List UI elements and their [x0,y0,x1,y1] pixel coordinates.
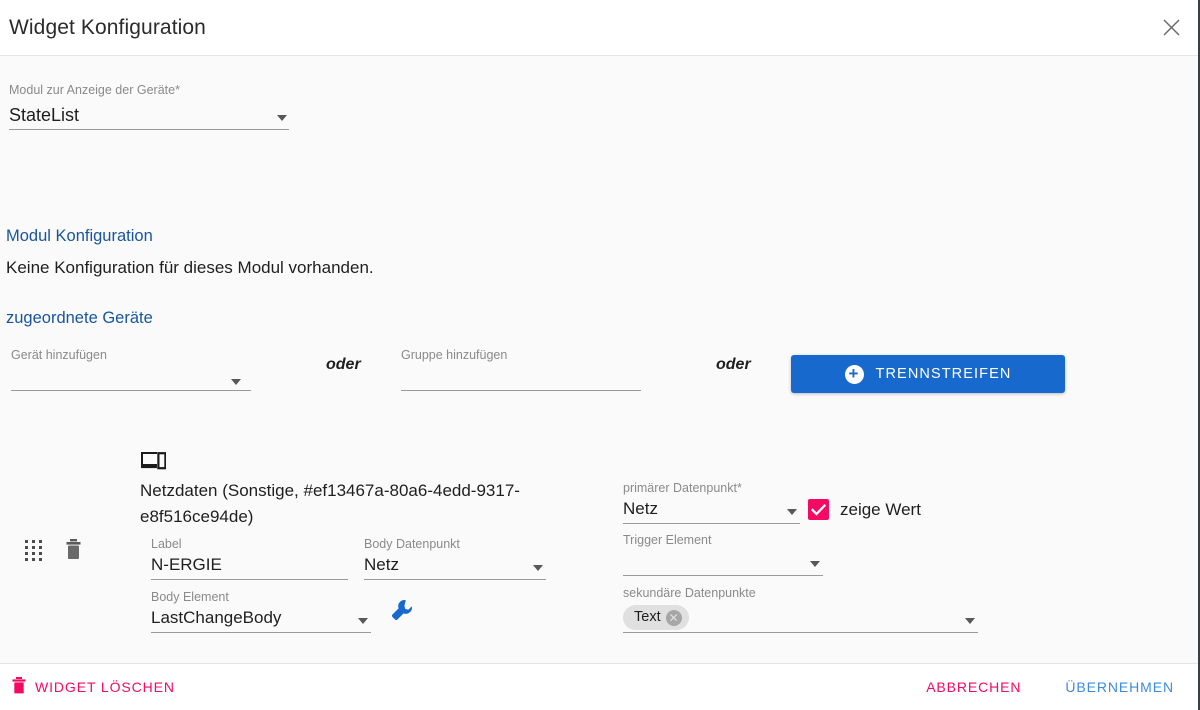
label-field-group: Label N-ERGIE [151,537,348,580]
label-field-value: N-ERGIE [151,555,222,574]
add-device-field[interactable]: Gerät hinzufügen [11,348,251,391]
show-value-checkbox-row: zeige Wert [808,499,921,520]
wrench-icon[interactable] [391,599,413,626]
or-separator-2: oder [716,356,751,373]
secondary-datapoints-group: sekundäre Datenpunkte Text ✕ [623,586,978,633]
add-group-underline [401,390,641,391]
footer-actions: ABBRECHEN ÜBERNEHMEN [918,673,1182,701]
module-select-label: Modul zur Anzeige der Geräte* [9,83,289,97]
chevron-down-icon [787,509,797,515]
remove-circle-icon[interactable]: ✕ [665,609,682,626]
primary-datapoint-value: Netz [623,499,658,518]
add-device-label: Gerät hinzufügen [11,348,107,362]
body-element-select[interactable]: LastChangeBody [151,605,371,633]
chevron-down-icon [965,618,975,624]
dialog-body: Modul zur Anzeige der Geräte* StateList … [0,56,1198,663]
required-marker: * [736,481,742,495]
add-group-label: Gruppe hinzufügen [401,348,508,362]
secondary-datapoints-chips: Text ✕ [623,603,978,632]
close-icon[interactable] [1154,11,1188,45]
trigger-element-label: Trigger Element [623,533,712,547]
chip-label: Text [634,609,661,625]
chevron-down-icon [358,618,368,624]
chevron-down-icon [533,565,543,571]
section-title-modul-konfiguration: Modul Konfiguration [6,227,153,245]
widget-konfiguration-dialog: Widget Konfiguration Modul zur Anzeige d… [0,0,1200,710]
dialog-footer: WIDGET LÖSCHEN ABBRECHEN ÜBERNEHMEN [0,663,1198,710]
module-select-group: Modul zur Anzeige der Geräte* StateList [9,83,289,130]
module-select-label-text: Modul zur Anzeige der Geräte [9,83,176,97]
chip[interactable]: Text ✕ [623,605,689,630]
cancel-button[interactable]: ABBRECHEN [918,673,1029,701]
module-config-message: Keine Konfiguration für dieses Modul vor… [6,258,374,277]
delete-widget-label: WIDGET LÖSCHEN [35,679,175,695]
required-marker: * [175,83,180,97]
device-name: Netzdaten (Sonstige, #ef13467a-80a6-4edd… [140,481,520,526]
label-field-input[interactable]: N-ERGIE [151,552,348,580]
apply-button[interactable]: ÜBERNEHMEN [1057,673,1182,701]
add-device-row: Gerät hinzufügen oder Gruppe hinzufügen … [0,348,1198,412]
drag-handle-icon[interactable] [25,540,44,564]
plus-circle-icon: + [844,364,864,384]
body-datapoint-select[interactable]: Netz [364,552,546,580]
device-main-column: Netzdaten (Sonstige, #ef13467a-80a6-4edd… [140,451,570,647]
chevron-down-icon [231,379,241,385]
device-row-controls [25,539,82,565]
add-separator-button-label: TRENNSTREIFEN [875,366,1012,382]
show-value-checkbox[interactable] [808,499,829,520]
delete-device-icon[interactable] [65,539,82,565]
label-field-label: Label [151,537,182,551]
add-group-field[interactable]: Gruppe hinzufügen [401,348,641,391]
module-select[interactable]: StateList [9,103,289,130]
secondary-datapoints-label: sekundäre Datenpunkte [623,586,756,600]
module-select-value: StateList [9,105,80,125]
trigger-element-value [623,548,823,575]
device-field-group: Label N-ERGIE Body Datenpunkt Netz Body … [140,537,570,647]
body-element-group: Body Element LastChangeBody [151,590,371,633]
section-title-zugeordnete-geraete: zugeordnete Geräte [6,309,153,327]
add-separator-button[interactable]: + TRENNSTREIFEN [791,355,1065,393]
trigger-element-select[interactable] [623,548,823,576]
device-row: Netzdaten (Sonstige, #ef13467a-80a6-4edd… [0,451,1198,663]
body-datapoint-group: Body Datenpunkt Netz [364,537,546,580]
body-element-label: Body Element [151,590,229,604]
body-element-value: LastChangeBody [151,608,282,627]
chevron-down-icon [277,115,287,121]
secondary-datapoints-select[interactable]: Text ✕ [623,601,978,633]
devices-icon [140,451,570,476]
trash-icon [12,677,26,697]
show-value-checkbox-label: zeige Wert [840,499,921,519]
primary-datapoint-label: primärer Datenpunkt* [623,481,800,496]
body-datapoint-label: Body Datenpunkt [364,537,460,551]
primary-datapoint-select[interactable]: Netz [623,496,800,524]
page-title: Widget Konfiguration [9,15,206,39]
trigger-element-group: Trigger Element [623,533,823,576]
or-separator-1: oder [326,356,361,373]
dialog-header: Widget Konfiguration [0,0,1198,56]
add-device-underline [11,379,251,391]
chevron-down-icon [810,561,820,567]
delete-widget-button[interactable]: WIDGET LÖSCHEN [4,671,183,703]
primary-datapoint-group: primärer Datenpunkt* Netz [623,481,800,524]
body-datapoint-value: Netz [364,555,399,574]
primary-datapoint-label-text: primärer Datenpunkt [623,481,737,495]
